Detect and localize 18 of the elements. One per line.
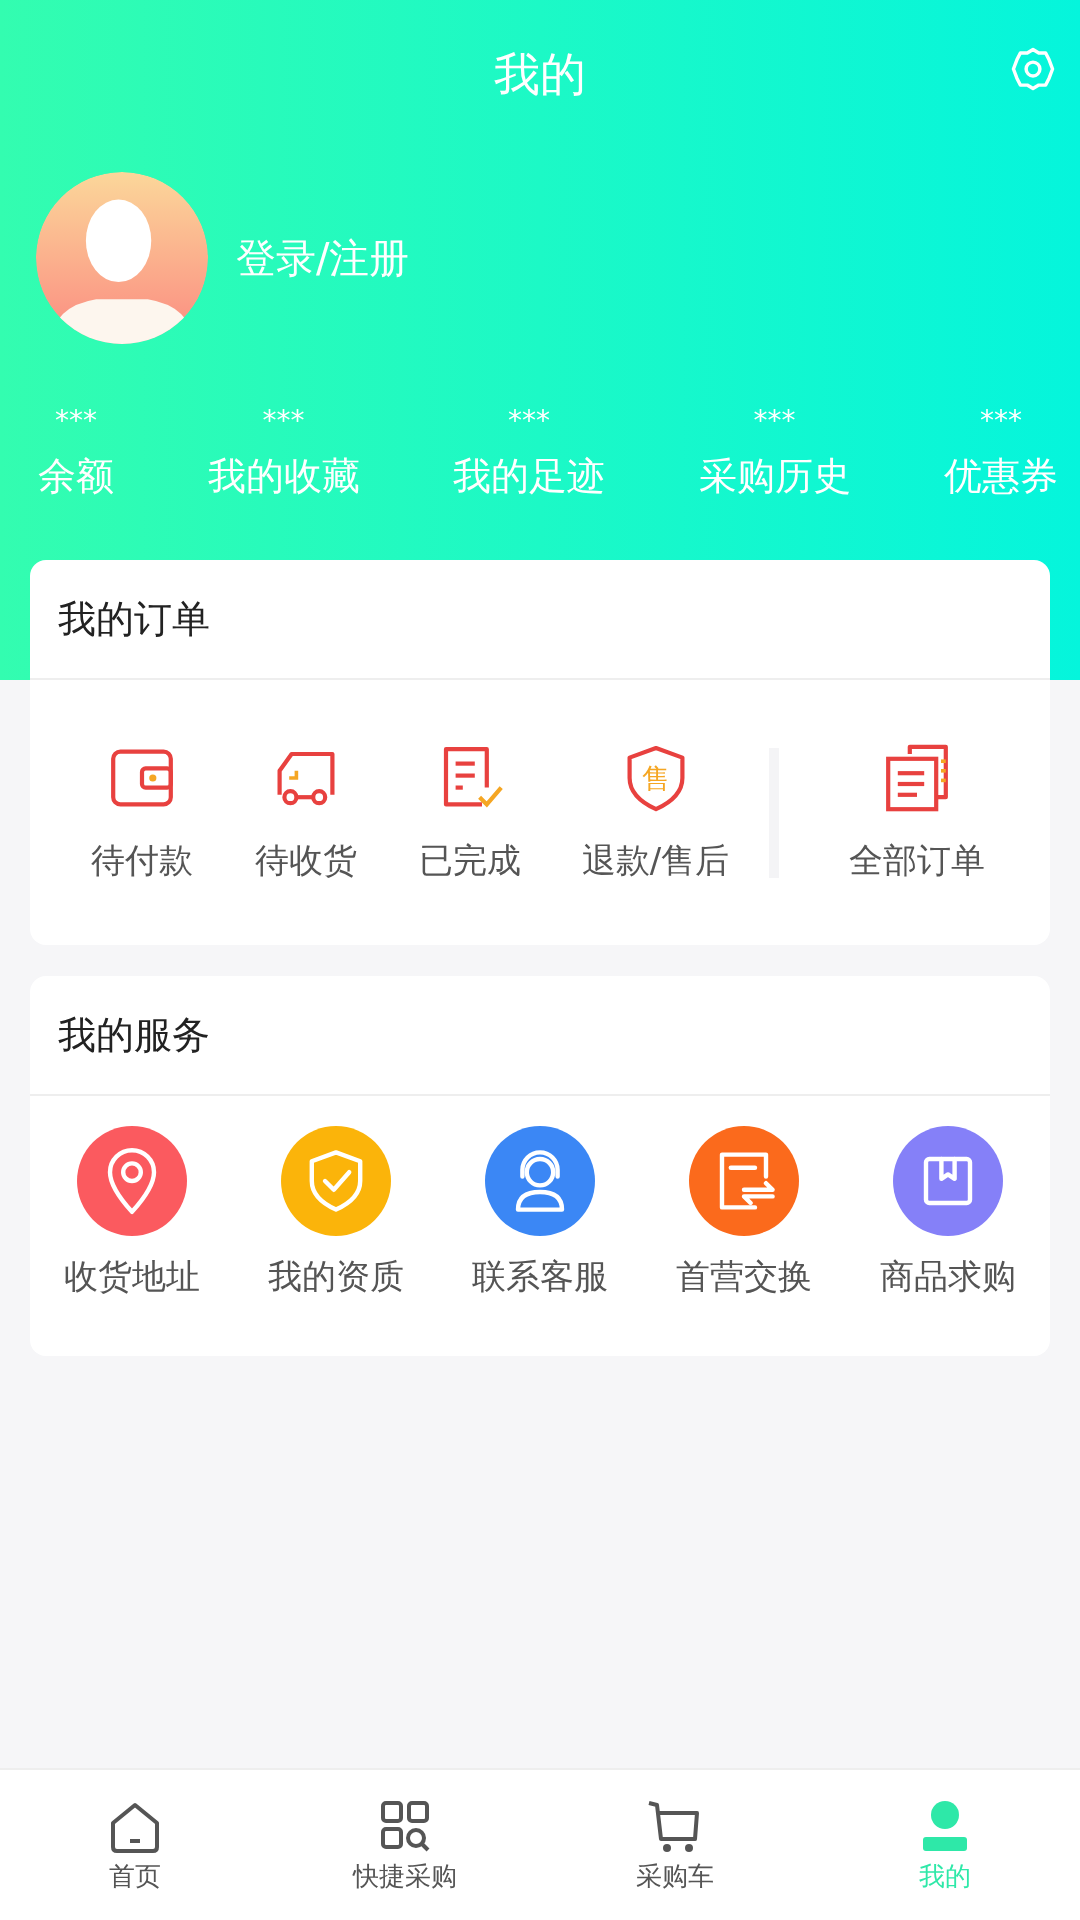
page-title: 我的 (494, 46, 586, 103)
order-status-item[interactable]: 待收货 (223, 741, 388, 884)
nav-tab[interactable]: 快捷采购 (270, 1770, 540, 1920)
order-status-item[interactable]: 已完成 (387, 741, 552, 884)
nav-tab[interactable]: 首页 (0, 1770, 270, 1920)
avatar-icon[interactable] (36, 172, 208, 344)
settings-icon[interactable] (1010, 46, 1056, 92)
order-status-item[interactable]: 售 退款/售后 (551, 741, 760, 884)
service-item[interactable]: 商品求购 (846, 1126, 1050, 1300)
service-item[interactable]: 联系客服 (438, 1126, 642, 1300)
service-item[interactable]: 收货地址 (30, 1126, 234, 1300)
all-orders-item[interactable]: 全部订单 (793, 741, 1040, 884)
nav-tab[interactable]: 采购车 (540, 1770, 810, 1920)
section-title: 我的订单 (30, 560, 1050, 680)
order-status-item[interactable]: 待付款 (60, 741, 224, 884)
section-title: 我的服务 (30, 976, 1050, 1096)
service-item[interactable]: 首营交换 (642, 1126, 846, 1300)
service-item[interactable]: 我的资质 (234, 1126, 438, 1300)
